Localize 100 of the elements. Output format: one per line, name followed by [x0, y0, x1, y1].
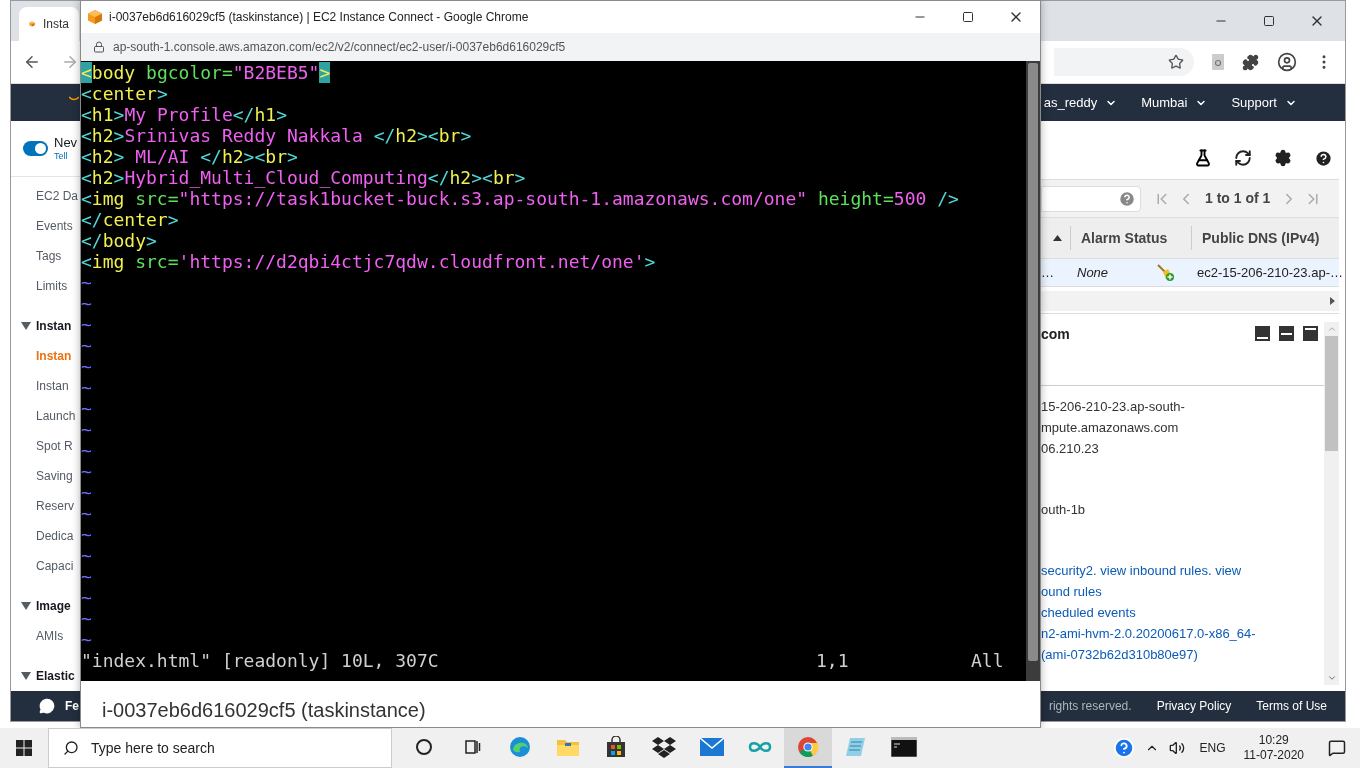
notification-icon[interactable]: [1328, 739, 1346, 757]
sidebar-item[interactable]: Capaci: [11, 551, 80, 581]
cube-icon: [87, 9, 103, 25]
clock-date[interactable]: 11-07-2020: [1243, 748, 1304, 763]
header-menu[interactable]: Support: [1231, 92, 1297, 113]
sidebar-item[interactable]: Instan: [11, 371, 80, 401]
terminal[interactable]: [81, 61, 1040, 681]
code-line: <center>: [81, 83, 168, 104]
scrollbar[interactable]: [1026, 61, 1040, 681]
sidebar-section[interactable]: Instan: [11, 311, 80, 341]
infinity-icon: [747, 740, 773, 754]
sidebar-item[interactable]: Tags: [11, 241, 80, 271]
sidebar-item[interactable]: Limits: [11, 271, 80, 301]
tilde-marker: ~: [81, 566, 92, 587]
broom-plus-icon[interactable]: [1157, 263, 1175, 282]
tilde-marker: ~: [81, 398, 92, 419]
cursor-position: 1,1: [816, 650, 850, 671]
code-line: <h2> ML/AI </h2><br>: [81, 146, 298, 167]
tilde-marker: ~: [81, 587, 92, 608]
feedback-icon[interactable]: [39, 698, 55, 714]
tilde-marker: ~: [81, 482, 92, 503]
circle-icon: [415, 738, 433, 756]
sidebar-item[interactable]: Dedica: [11, 521, 80, 551]
sidebar-item[interactable]: Launch: [11, 401, 80, 431]
scrollbar[interactable]: [1324, 322, 1339, 685]
pane-layout-icon[interactable]: [1255, 326, 1270, 341]
sidebar-item[interactable]: Spot R: [11, 431, 80, 461]
search-field[interactable]: Type here to search: [48, 728, 392, 768]
star-icon[interactable]: [1168, 54, 1184, 70]
sidebar-item[interactable]: Events: [11, 211, 80, 241]
tilde-marker: ~: [81, 440, 92, 461]
diamonds-icon: [652, 736, 676, 758]
code-line: <body bgcolor="B2BEB5">: [81, 62, 331, 83]
windows-icon[interactable]: [16, 740, 32, 756]
puzzle-icon[interactable]: [1242, 53, 1259, 71]
footer-link[interactable]: Terms of Use: [1256, 697, 1327, 715]
feature-label: Nev: [54, 136, 78, 149]
header-menu[interactable]: as_reddy: [1043, 92, 1118, 113]
table-cell-text: None: [1077, 263, 1110, 282]
sidebar-item[interactable]: EC2 Da: [11, 181, 80, 211]
toggle-switch[interactable]: [23, 141, 48, 156]
shopping-bag-icon: [605, 736, 627, 758]
sidebar-item[interactable]: Reserv: [11, 491, 80, 521]
clock-time[interactable]: 10:29: [1258, 733, 1289, 748]
browser-tab[interactable]: Insta: [19, 7, 79, 41]
detail-value: 15-206-210-23.ap-south-: [1041, 398, 1186, 416]
feature-link[interactable]: Tell: [54, 152, 78, 161]
settings-icon[interactable]: [1274, 149, 1292, 167]
pane-layout-icon[interactable]: [1303, 326, 1318, 341]
detail-link[interactable]: ound rules: [1041, 581, 1324, 602]
scroll-down-icon[interactable]: [1326, 673, 1337, 683]
footer-link[interactable]: Privacy Policy: [1156, 697, 1232, 715]
tilde-marker: ~: [81, 461, 92, 482]
feedback-link[interactable]: Fe: [65, 697, 79, 715]
chrome-icon: [797, 736, 819, 758]
pane-layout-icon[interactable]: [1279, 326, 1294, 341]
tilde-marker: ~: [81, 272, 92, 293]
code-line: <h1>My Profile</h1>: [81, 104, 287, 125]
detail-link[interactable]: security2. view inbound rules. view: [1041, 560, 1324, 581]
speaker-icon[interactable]: [1169, 740, 1186, 756]
tilde-marker: ~: [81, 335, 92, 356]
sidebar-item[interactable]: AMIs: [11, 621, 80, 651]
envelope-icon: [700, 738, 724, 756]
table-cell-text: …: [1041, 263, 1055, 282]
detail-link[interactable]: cheduled events: [1041, 602, 1324, 623]
detail-value: 06.210.23: [1041, 440, 1100, 458]
flask-icon[interactable]: [1194, 149, 1212, 167]
profile-icon[interactable]: [1277, 52, 1297, 72]
column-header[interactable]: Alarm Status: [1081, 227, 1191, 249]
sidebar-section[interactable]: Image: [11, 591, 80, 621]
sidebar-item[interactable]: Saving: [11, 461, 80, 491]
pagination-label: 1 to 1 of 1: [1205, 189, 1271, 208]
task-view-icon: [463, 738, 481, 756]
search-icon: [63, 740, 79, 756]
back-icon[interactable]: [23, 53, 41, 71]
tilde-marker: ~: [81, 419, 92, 440]
sort-icon[interactable]: [1053, 235, 1062, 241]
tilde-marker: ~: [81, 524, 92, 545]
code-line: <img src='https://d2qbi4ctjc7qdw.cloudfront.net/one'>: [81, 251, 656, 272]
maximize-icon[interactable]: [962, 11, 974, 23]
code-line: </center>: [81, 209, 179, 230]
footer-text: rights reserved.: [1048, 698, 1132, 715]
detail-link[interactable]: (ami-0732b62d310b80e97): [1041, 644, 1324, 665]
sidebar-section[interactable]: Elastic: [11, 661, 80, 691]
detail-value: outh-1b: [1041, 501, 1087, 519]
tilde-marker: ~: [81, 503, 92, 524]
instance-label: i-0037eb6d616029cf5 (taskinstance): [102, 698, 426, 723]
scroll-right-icon[interactable]: [1330, 297, 1335, 305]
column-header[interactable]: Public DNS (IPv4): [1202, 227, 1320, 249]
maximize-icon[interactable]: [1263, 15, 1275, 27]
detail-link[interactable]: n2-ami-hvm-2.0.20200617.0-x86_64-: [1041, 623, 1324, 644]
header-menu[interactable]: Mumbai: [1141, 92, 1208, 113]
tilde-marker: ~: [81, 314, 92, 335]
help-icon[interactable]: [1314, 148, 1333, 168]
tilde-marker: ~: [81, 377, 92, 398]
status-text: "index.html" [readonly] 10L, 307C: [81, 650, 440, 671]
search-field[interactable]: [1041, 185, 1141, 212]
extension-icon[interactable]: [1212, 54, 1224, 70]
language-indicator[interactable]: ENG: [1199, 739, 1226, 757]
refresh-icon[interactable]: [1234, 149, 1252, 167]
